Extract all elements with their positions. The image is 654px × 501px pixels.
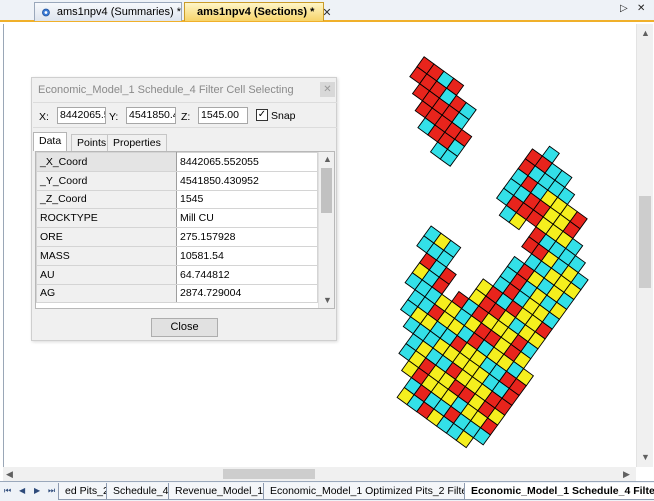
sheet-tab-schedule-4[interactable]: Schedule_4 [106, 483, 176, 500]
next-sheet-icon[interactable]: ▶ [34, 486, 40, 495]
table-row[interactable]: _Z_Coord 1545 [36, 189, 318, 210]
tab-sections[interactable]: ams1npv4 (Sections) * ✕ [184, 2, 332, 21]
grid-scroll-down-icon[interactable]: ▼ [323, 295, 332, 305]
sheet-tab-economic-schedule[interactable]: Economic_Model_1 Schedule_4 Filter [464, 483, 654, 500]
close-button[interactable]: Close [151, 318, 218, 337]
table-row[interactable]: _Y_Coord 4541850.430952 [36, 170, 318, 191]
property-value[interactable]: 8442065.552055 [176, 152, 318, 172]
previous-sheet-icon[interactable]: ◀ [19, 486, 25, 495]
tab-data[interactable]: Data [33, 132, 68, 151]
snap-checkbox[interactable]: ✓ [256, 109, 268, 121]
sheet-tab-economic-optimized[interactable]: Economic_Model_1 Optimized Pits_2 Filter [263, 483, 478, 500]
table-row[interactable]: ORE 275.157928 [36, 227, 318, 247]
scroll-up-icon[interactable]: ▲ [641, 28, 650, 38]
tab-summaries[interactable]: ams1npv4 (Summaries) * [34, 2, 182, 21]
last-sheet-icon[interactable]: ⏭ [48, 486, 55, 496]
dialog-tabs: Data Points Properties [33, 132, 333, 151]
vertical-scrollbar[interactable]: ▲ ▼ [636, 24, 653, 467]
sheet-tab-revenue-model[interactable]: Revenue_Model_1 [168, 483, 271, 500]
horizontal-scrollbar[interactable]: ◀ ▶ [3, 467, 636, 481]
property-value[interactable]: 4541850.430952 [176, 170, 318, 191]
property-value[interactable]: Mill CU [176, 208, 318, 229]
property-grid-scrollbar[interactable]: ▲ ▼ [318, 152, 334, 308]
gear-icon [42, 8, 50, 16]
tab-close-icon[interactable]: ✕ [322, 6, 331, 19]
property-value[interactable]: 2874.729004 [176, 283, 318, 304]
cell-selecting-dialog: Economic_Model_1 Schedule_4 Filter Cell … [31, 77, 337, 341]
scroll-right-icon[interactable]: ▶ [623, 469, 630, 480]
snap-label: Snap [271, 110, 296, 122]
property-key: MASS [36, 245, 177, 266]
scroll-left-icon[interactable]: ◀ [6, 469, 13, 480]
table-row[interactable]: ROCKTYPE Mill CU [36, 208, 318, 229]
x-coord-field[interactable]: 8442065.5 [57, 107, 106, 124]
table-row[interactable]: MASS 10581.54 [36, 245, 318, 266]
property-key: AU [36, 264, 177, 285]
tab-properties[interactable]: Properties [107, 134, 167, 151]
property-key: _Y_Coord [36, 170, 177, 191]
y-label: Y: [109, 111, 119, 123]
x-label: X: [39, 111, 49, 123]
horizontal-scroll-thumb[interactable] [223, 469, 315, 479]
first-sheet-icon[interactable]: ⏮ [4, 486, 11, 496]
document-tab-strip: ams1npv4 (Summaries) * ams1npv4 (Section… [0, 0, 654, 22]
tab-summaries-label: ams1npv4 (Summaries) * [56, 6, 181, 18]
grid-scroll-thumb[interactable] [321, 168, 332, 213]
property-key: ORE [36, 227, 177, 247]
grid-scroll-up-icon[interactable]: ▲ [323, 154, 332, 164]
property-value[interactable]: 64.744812 [176, 264, 318, 285]
table-row[interactable]: AG 2874.729004 [36, 283, 318, 304]
property-key: _Z_Coord [36, 189, 177, 210]
coordinate-bar: X: 8442065.5 Y: 4541850.43 Z: 1545.00 ✓ … [33, 102, 337, 128]
dialog-close-icon[interactable]: ✕ [320, 82, 335, 97]
property-value[interactable]: 10581.54 [176, 245, 318, 266]
tab-list-dropdown-icon[interactable]: ▷ [620, 3, 628, 14]
property-table: _X_Coord 8442065.552055 _Y_Coord 4541850.43… [36, 152, 318, 304]
y-coord-field[interactable]: 4541850.43 [126, 107, 176, 124]
dialog-title: Economic_Model_1 Schedule_4 Filter Cell … [38, 84, 294, 96]
property-key: _X_Coord [36, 152, 177, 172]
window-close-icon[interactable]: ✕ [637, 3, 645, 14]
property-value[interactable]: 275.157928 [176, 227, 318, 247]
tab-sections-label: ams1npv4 (Sections) * [197, 6, 315, 18]
scroll-down-icon[interactable]: ▼ [641, 452, 650, 462]
vertical-scroll-thumb[interactable] [639, 196, 651, 288]
table-row[interactable]: _X_Coord 8442065.552055 [36, 152, 318, 172]
property-grid: _X_Coord 8442065.552055 _Y_Coord 4541850.43… [35, 151, 335, 309]
z-label: Z: [181, 111, 191, 123]
z-coord-field[interactable]: 1545.00 [198, 107, 248, 124]
property-value[interactable]: 1545 [176, 189, 318, 210]
sheet-tab-bar: ⏮ ◀ ▶ ⏭ ed Pits_2 Schedule_4 Revenue_Mod… [0, 481, 654, 501]
property-key: ROCKTYPE [36, 208, 177, 229]
table-row[interactable]: AU 64.744812 [36, 264, 318, 285]
tab-points[interactable]: Points [71, 134, 113, 151]
property-key: AG [36, 283, 177, 304]
